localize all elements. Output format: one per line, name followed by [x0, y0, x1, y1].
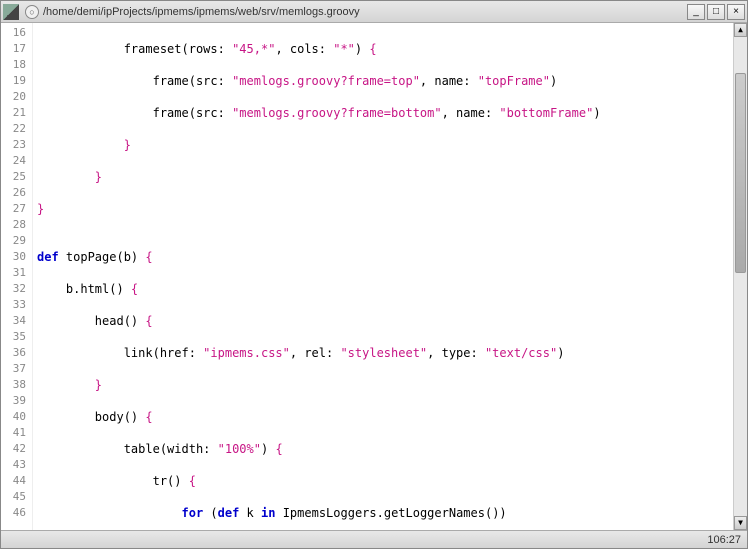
line-number: 29: [1, 233, 26, 249]
scroll-down-arrow[interactable]: ▼: [734, 516, 747, 530]
vertical-scrollbar[interactable]: ▲ ▼: [733, 23, 747, 530]
line-number: 27: [1, 201, 26, 217]
line-number: 30: [1, 249, 26, 265]
scroll-up-arrow[interactable]: ▲: [734, 23, 747, 37]
code-line[interactable]: head() {: [37, 313, 733, 329]
line-number: 45: [1, 489, 26, 505]
line-number: 17: [1, 41, 26, 57]
window-buttons: _ □ ×: [687, 4, 745, 20]
code-line[interactable]: table(width: "100%") {: [37, 441, 733, 457]
code-line[interactable]: frame(src: "memlogs.groovy?frame=bottom"…: [37, 105, 733, 121]
line-number: 21: [1, 105, 26, 121]
line-number: 25: [1, 169, 26, 185]
line-number: 41: [1, 425, 26, 441]
line-number: 24: [1, 153, 26, 169]
app-icon: [3, 4, 19, 20]
line-number: 34: [1, 313, 26, 329]
scroll-thumb[interactable]: [735, 73, 746, 273]
code-line[interactable]: for (def k in IpmemsLoggers.getLoggerNam…: [37, 505, 733, 521]
code-line[interactable]: tr() {: [37, 473, 733, 489]
minimize-button[interactable]: _: [687, 4, 705, 20]
line-number: 32: [1, 281, 26, 297]
line-number: 43: [1, 457, 26, 473]
code-line[interactable]: }: [37, 377, 733, 393]
window-titlebar: ○ /home/demi/ipProjects/ipmems/ipmems/we…: [1, 1, 747, 23]
code-line[interactable]: }: [37, 137, 733, 153]
line-number: 40: [1, 409, 26, 425]
maximize-button[interactable]: □: [707, 4, 725, 20]
line-number: 19: [1, 73, 26, 89]
line-number: 22: [1, 121, 26, 137]
code-line[interactable]: }: [37, 201, 733, 217]
line-number: 46: [1, 505, 26, 521]
close-button[interactable]: ×: [727, 4, 745, 20]
line-number: 26: [1, 185, 26, 201]
line-number: 38: [1, 377, 26, 393]
line-number: 33: [1, 297, 26, 313]
status-bar: 106:27: [1, 530, 747, 548]
line-number: 28: [1, 217, 26, 233]
line-gutter: 16 17 18 19 20 21 22 23 24 25 26 27 28 2…: [1, 23, 33, 530]
code-line[interactable]: }: [37, 169, 733, 185]
line-number: 35: [1, 329, 26, 345]
line-number: 39: [1, 393, 26, 409]
editor-wrap: 16 17 18 19 20 21 22 23 24 25 26 27 28 2…: [1, 23, 747, 530]
code-line[interactable]: frame(src: "memlogs.groovy?frame=top", n…: [37, 73, 733, 89]
code-line[interactable]: def topPage(b) {: [37, 249, 733, 265]
code-line[interactable]: link(href: "ipmems.css", rel: "styleshee…: [37, 345, 733, 361]
window-title: /home/demi/ipProjects/ipmems/ipmems/web/…: [43, 6, 687, 18]
line-number: 36: [1, 345, 26, 361]
path-icon: ○: [25, 5, 39, 19]
code-line[interactable]: frameset(rows: "45,*", cols: "*") {: [37, 41, 733, 57]
line-number: 20: [1, 89, 26, 105]
line-number: 37: [1, 361, 26, 377]
code-line[interactable]: body() {: [37, 409, 733, 425]
line-number: 44: [1, 473, 26, 489]
cursor-position: 106:27: [707, 534, 741, 546]
line-number: 42: [1, 441, 26, 457]
line-number: 23: [1, 137, 26, 153]
line-number: 16: [1, 25, 26, 41]
code-editor[interactable]: 16 17 18 19 20 21 22 23 24 25 26 27 28 2…: [1, 23, 733, 530]
line-number: 31: [1, 265, 26, 281]
line-number: 18: [1, 57, 26, 73]
code-content[interactable]: frameset(rows: "45,*", cols: "*") { fram…: [33, 23, 733, 530]
code-line[interactable]: b.html() {: [37, 281, 733, 297]
